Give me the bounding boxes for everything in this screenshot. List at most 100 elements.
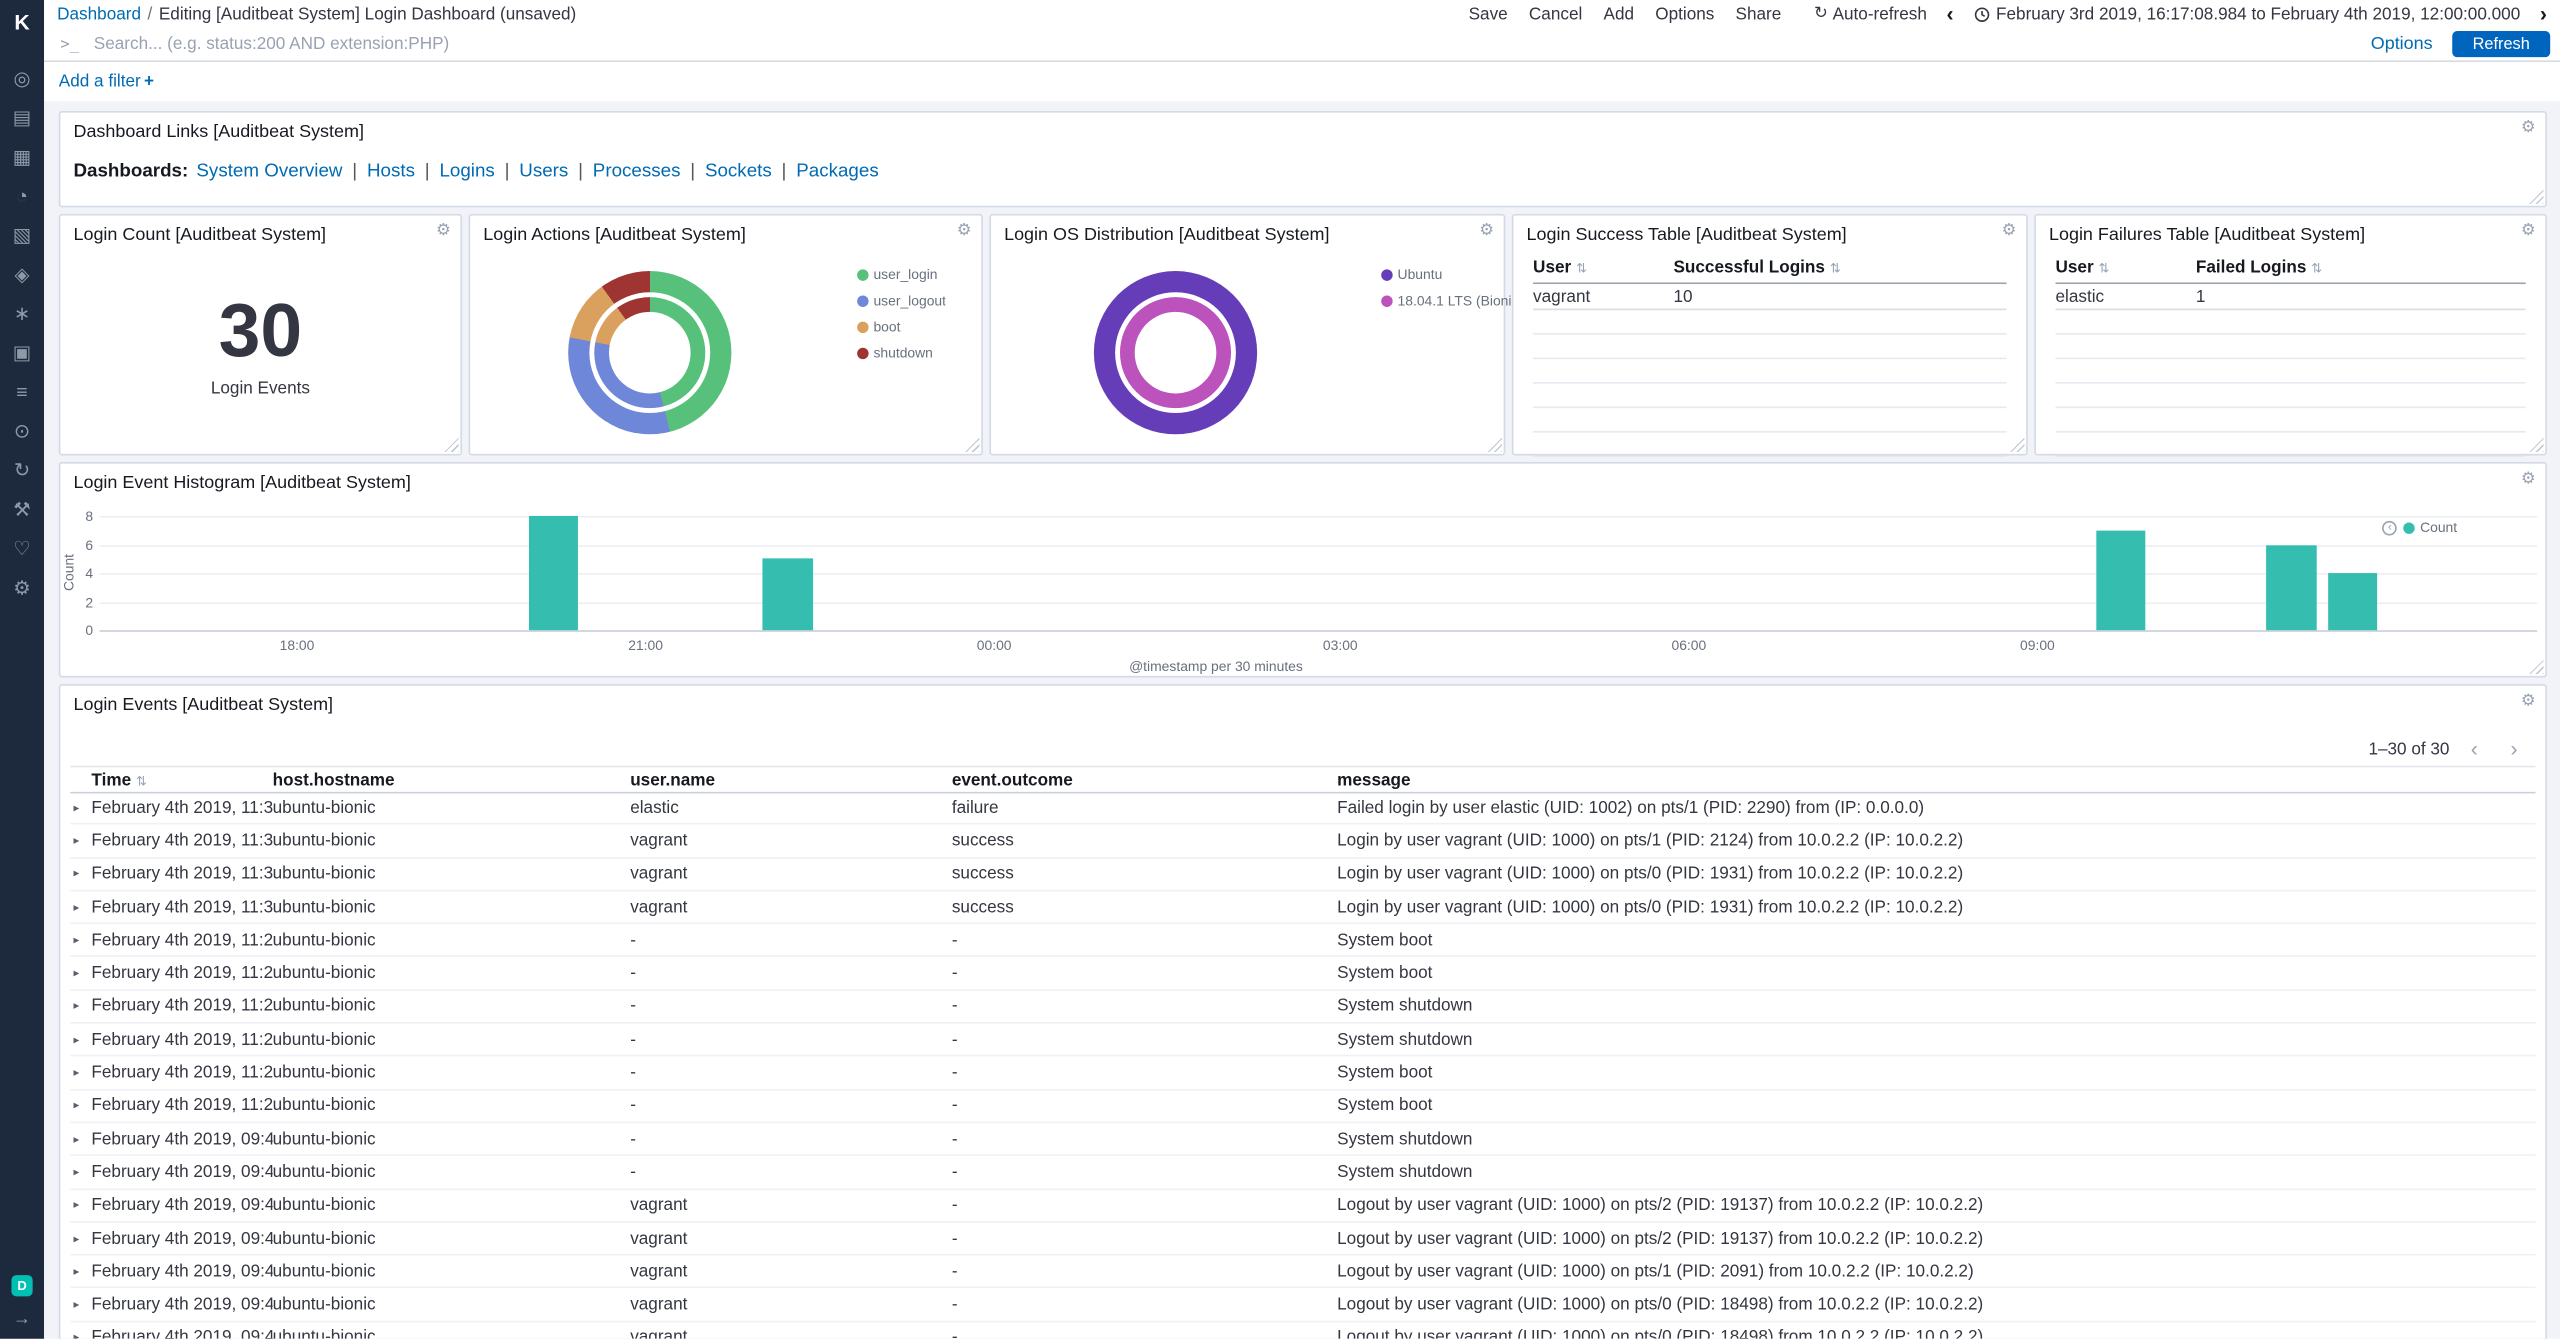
menu-item-add[interactable]: Add xyxy=(1604,4,1635,24)
expand-row-icon[interactable]: ▸ xyxy=(70,1298,91,1311)
legend-item-18-04-1-lts-bionic-b[interactable]: 18.04.1 LTS (Bionic B... xyxy=(1381,292,1512,308)
column-header-failed-logins[interactable]: Failed Logins⇅ xyxy=(2196,258,2526,278)
gear-icon[interactable]: ⚙ xyxy=(1479,224,1494,240)
table-row[interactable]: ▸February 4th 2019, 11:27:22.431ubuntu-b… xyxy=(70,1024,2535,1057)
auto-refresh-button[interactable]: ↻ Auto-refresh xyxy=(1814,4,1927,24)
table-row[interactable]: ▸February 4th 2019, 09:43:38.665ubuntu-b… xyxy=(70,1289,2535,1322)
expand-row-icon[interactable]: ▸ xyxy=(70,1066,91,1079)
dashboard-link-logins[interactable]: Logins xyxy=(439,162,494,182)
column-header-event-outcome[interactable]: event.outcome xyxy=(952,770,1337,790)
table-row[interactable]: ▸February 4th 2019, 09:44:19.095ubuntu-b… xyxy=(70,1256,2535,1289)
uptime-icon[interactable]: ↻ xyxy=(14,460,30,481)
dashboard-link-hosts[interactable]: Hosts xyxy=(367,162,415,182)
expand-row-icon[interactable]: ▸ xyxy=(70,1099,91,1112)
gear-icon[interactable]: ⚙ xyxy=(2521,121,2536,137)
table-row[interactable]: ▸February 4th 2019, 11:30:21.341ubuntu-b… xyxy=(70,891,2535,924)
resize-handle[interactable] xyxy=(2010,438,2025,453)
menu-item-cancel[interactable]: Cancel xyxy=(1529,4,1582,24)
column-header-successful-logins[interactable]: Successful Logins⇅ xyxy=(1673,258,2006,278)
menu-item-save[interactable]: Save xyxy=(1469,4,1508,24)
histogram-bar[interactable] xyxy=(2327,573,2377,630)
breadcrumb-dashboard-link[interactable]: Dashboard xyxy=(57,4,141,24)
timelion-icon[interactable]: ◔ xyxy=(16,186,28,207)
table-row[interactable]: ▸February 4th 2019, 11:27:04.700ubuntu-b… xyxy=(70,1057,2535,1090)
expand-row-icon[interactable]: ▸ xyxy=(70,1265,91,1278)
search-input[interactable] xyxy=(94,34,2371,54)
table-row[interactable]: ▸February 4th 2019, 11:31:12.806ubuntu-b… xyxy=(70,825,2535,858)
menu-item-share[interactable]: Share xyxy=(1736,4,1782,24)
table-row[interactable]: ▸February 4th 2019, 11:30:21.341ubuntu-b… xyxy=(70,858,2535,891)
expand-row-icon[interactable]: ▸ xyxy=(70,1166,91,1179)
expand-row-icon[interactable]: ▸ xyxy=(70,1000,91,1013)
add-filter-button[interactable]: Add a filter+ xyxy=(59,72,154,92)
resize-handle[interactable] xyxy=(2529,438,2544,453)
refresh-button[interactable]: Refresh xyxy=(2452,31,2550,57)
machine-learning-icon[interactable]: ∗ xyxy=(14,304,30,325)
column-header-message[interactable]: message xyxy=(1337,770,2535,790)
expand-row-icon[interactable]: ▸ xyxy=(70,867,91,880)
gear-icon[interactable]: ⚙ xyxy=(2521,472,2536,488)
resize-handle[interactable] xyxy=(2529,660,2544,675)
histogram-bar[interactable] xyxy=(763,559,813,630)
visualize-icon[interactable]: ▤ xyxy=(13,108,32,129)
column-header-time[interactable]: Time⇅ xyxy=(91,770,272,790)
infrastructure-icon[interactable]: ▣ xyxy=(13,343,32,364)
monitoring-icon[interactable]: ♡ xyxy=(13,539,31,560)
table-row[interactable]: ▸February 4th 2019, 11:31:25.403ubuntu-b… xyxy=(70,792,2535,825)
legend-item-boot[interactable]: boot xyxy=(857,318,946,334)
management-icon[interactable]: ⚙ xyxy=(13,578,31,599)
table-row[interactable]: ▸February 4th 2019, 09:44:19.547ubuntu-b… xyxy=(70,1223,2535,1256)
login-os-donut-chart[interactable] xyxy=(1094,271,1257,434)
expand-nav-icon[interactable]: → xyxy=(13,1311,31,1329)
resize-handle[interactable] xyxy=(444,438,459,453)
table-row[interactable]: ▸February 4th 2019, 11:27:04.700ubuntu-b… xyxy=(70,1090,2535,1123)
dashboard-link-packages[interactable]: Packages xyxy=(796,162,878,182)
time-back-icon[interactable]: ‹ xyxy=(1947,3,1954,24)
resize-handle[interactable] xyxy=(965,438,980,453)
legend-item-shutdown[interactable]: shutdown xyxy=(857,344,946,360)
expand-row-icon[interactable]: ▸ xyxy=(70,1033,91,1046)
prev-page-icon[interactable]: ‹ xyxy=(2459,738,2489,759)
column-header-host-hostname[interactable]: host.hostname xyxy=(273,770,631,790)
dashboard-link-system-overview[interactable]: System Overview xyxy=(196,162,342,182)
dashboard-icon[interactable]: ▦ xyxy=(13,147,32,168)
query-options-link[interactable]: Options xyxy=(2371,34,2433,54)
resize-handle[interactable] xyxy=(2529,189,2544,204)
time-forward-icon[interactable]: › xyxy=(2540,3,2547,24)
table-row[interactable]: vagrant10 xyxy=(1533,284,2006,310)
histogram-bar[interactable] xyxy=(529,516,579,630)
histogram-bar[interactable] xyxy=(2267,544,2317,630)
gear-icon[interactable]: ⚙ xyxy=(436,224,451,240)
expand-row-icon[interactable]: ▸ xyxy=(70,1132,91,1145)
table-row[interactable]: ▸February 4th 2019, 09:44:20.065ubuntu-b… xyxy=(70,1123,2535,1156)
expand-row-icon[interactable]: ▸ xyxy=(70,801,91,814)
legend-item-user-login[interactable]: user_login xyxy=(857,266,946,282)
dashboard-link-users[interactable]: Users xyxy=(519,162,568,182)
login-actions-donut-chart[interactable] xyxy=(568,271,731,434)
menu-item-options[interactable]: Options xyxy=(1655,4,1714,24)
table-row[interactable]: ▸February 4th 2019, 11:27:49.056ubuntu-b… xyxy=(70,958,2535,991)
apm-icon[interactable]: ⊙ xyxy=(14,421,30,442)
table-row[interactable]: ▸February 4th 2019, 09:44:20.065ubuntu-b… xyxy=(70,1156,2535,1189)
resize-handle[interactable] xyxy=(1487,438,1502,453)
histogram-bar[interactable] xyxy=(2096,530,2146,630)
expand-row-icon[interactable]: ▸ xyxy=(70,934,91,947)
expand-row-icon[interactable]: ▸ xyxy=(70,834,91,847)
logs-icon[interactable]: ≡ xyxy=(16,382,27,403)
maps-icon[interactable]: ◈ xyxy=(14,264,29,285)
gear-icon[interactable]: ⚙ xyxy=(2521,694,2536,710)
table-row[interactable]: ▸February 4th 2019, 09:43:38.665ubuntu-b… xyxy=(70,1322,2535,1339)
dev-tools-icon[interactable]: ⚒ xyxy=(13,500,31,521)
expand-row-icon[interactable]: ▸ xyxy=(70,1232,91,1245)
column-header-user-name[interactable]: user.name xyxy=(630,770,952,790)
table-row[interactable]: ▸February 4th 2019, 09:44:19.547ubuntu-b… xyxy=(70,1189,2535,1222)
table-row[interactable]: ▸February 4th 2019, 11:27:49.056ubuntu-b… xyxy=(70,924,2535,957)
time-range-button[interactable]: February 3rd 2019, 16:17:08.984 to Febru… xyxy=(1973,4,2520,24)
dashboard-link-sockets[interactable]: Sockets xyxy=(705,162,772,182)
expand-row-icon[interactable]: ▸ xyxy=(70,900,91,913)
legend-item-ubuntu[interactable]: Ubuntu xyxy=(1381,266,1512,282)
gear-icon[interactable]: ⚙ xyxy=(2521,224,2536,240)
table-row[interactable]: elastic1 xyxy=(2056,284,2526,310)
gear-icon[interactable]: ⚙ xyxy=(957,224,972,240)
gear-icon[interactable]: ⚙ xyxy=(2002,224,2017,240)
